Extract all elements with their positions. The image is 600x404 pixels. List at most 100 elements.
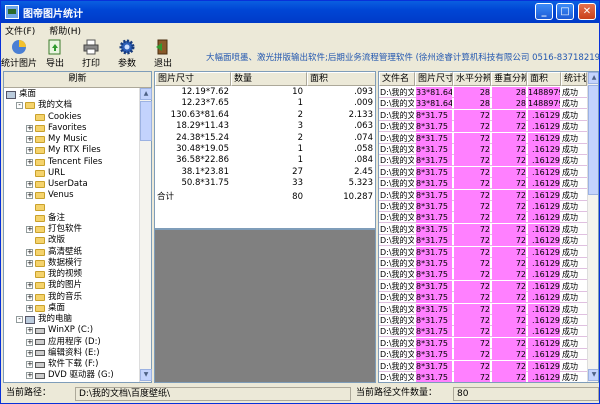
tree-scrollbar[interactable]: ▲ ▼ — [139, 88, 152, 382]
exit-button[interactable]: 退出 — [145, 37, 181, 69]
expand-icon[interactable]: + — [26, 259, 33, 267]
expand-icon[interactable]: + — [26, 192, 33, 200]
tree-node[interactable]: + 桌面 — [26, 303, 65, 314]
expand-icon[interactable]: + — [26, 226, 33, 233]
tree-node[interactable]: + Favorites — [26, 123, 86, 134]
export-button[interactable]: 导出 — [37, 37, 73, 69]
table-row[interactable]: D:\我的文 8*31.75 72 72.16129 成功 — [379, 109, 587, 121]
table-row[interactable]: 38.1*23.81 27 2.45 — [155, 167, 375, 178]
table-row[interactable]: D:\我的文 8*31.75 72 72.16129 成功 — [379, 303, 587, 315]
table-row[interactable]: D:\我的文 8*31.75 72 72.16129 成功 — [379, 189, 587, 201]
tree-node[interactable]: + 数据模行 — [26, 258, 82, 269]
refresh-button[interactable]: 刷新 — [4, 72, 151, 88]
settings-button[interactable]: 参数 — [109, 37, 145, 69]
tree-node[interactable]: + WinXP (C:) — [26, 325, 93, 336]
scroll-up-icon[interactable]: ▲ — [140, 88, 152, 100]
tree-node[interactable]: + 编辑资料 (E:) — [26, 348, 100, 359]
print-button[interactable]: 打印 — [73, 37, 109, 69]
table-row[interactable]: D:\我的文33*81.64282814889796成功 — [379, 87, 587, 98]
expand-icon[interactable]: + — [26, 158, 33, 166]
minimize-button[interactable]: _ — [535, 3, 553, 20]
col-header-h-res[interactable]: 水平分辨 — [453, 72, 491, 86]
expand-icon[interactable]: + — [26, 338, 33, 346]
tree-node[interactable]: - 我的文档 — [16, 100, 72, 111]
table-row[interactable]: 50.8*31.75 33 5.323 — [155, 178, 375, 189]
scroll-thumb[interactable] — [140, 101, 152, 141]
tree-node[interactable]: + Tencent Files — [26, 157, 102, 168]
scroll-thumb[interactable] — [588, 85, 598, 195]
tree-node[interactable]: + 应用程序 (D:) — [26, 337, 101, 348]
tree-node[interactable]: + My RTX Files — [26, 145, 101, 156]
scroll-down-icon[interactable]: ▼ — [588, 369, 598, 381]
expand-icon[interactable]: + — [26, 181, 33, 188]
col-header-filename[interactable]: 文件名 — [379, 72, 415, 86]
expand-icon[interactable]: + — [26, 124, 33, 132]
stats-button[interactable]: 统计图片 — [1, 37, 37, 69]
table-row[interactable]: D:\我的文 8*31.75 72 72.16129 成功 — [379, 235, 587, 247]
table-row[interactable]: 30.48*19.05 1 .058 — [155, 144, 375, 155]
table-row[interactable]: D:\我的文 8*31.75 72 72.16129 成功 — [379, 166, 587, 178]
collapse-icon[interactable]: - — [16, 102, 23, 110]
collapse-icon[interactable]: - — [16, 316, 23, 323]
expand-icon[interactable]: + — [26, 349, 33, 357]
table-row[interactable]: D:\我的文 8*31.75 72 72.16129 成功 — [379, 132, 587, 144]
col-header-image-size[interactable]: 图片尺寸 — [415, 72, 453, 86]
close-button[interactable]: ✕ — [578, 3, 596, 20]
expand-icon[interactable]: + — [26, 304, 33, 312]
expand-icon[interactable]: + — [26, 327, 33, 335]
expand-icon[interactable]: + — [26, 248, 33, 256]
table-row[interactable]: D:\我的文 8*31.75 72 72.16129 成功 — [379, 360, 587, 372]
table-row[interactable]: 130.63*81.64 2 2.133 — [155, 110, 375, 121]
col-header-area[interactable]: 面积 — [527, 72, 561, 86]
expand-icon[interactable]: + — [26, 147, 33, 155]
table-row[interactable]: D:\我的文 8*31.75 72 72.16129 成功 — [379, 121, 587, 133]
tree-node[interactable]: URL — [26, 168, 65, 179]
table-row[interactable]: D:\我的文 8*31.75 72 72.16129 成功 — [379, 326, 587, 338]
tree-node[interactable]: Cookies — [26, 112, 81, 123]
expand-icon[interactable]: + — [26, 293, 33, 301]
col-header-count[interactable]: 数量 — [231, 72, 307, 86]
tree-node[interactable] — [26, 202, 48, 213]
table-row[interactable]: D:\我的文 8*31.75 72 72.16129 成功 — [379, 372, 587, 382]
tree-node[interactable]: + 我的图片 — [26, 280, 82, 291]
table-row[interactable]: D:\我的文 8*31.75 72 72.16129 成功 — [379, 201, 587, 212]
tree-node[interactable]: + 打包软件 — [26, 224, 82, 235]
table-row[interactable]: D:\我的文 8*31.75 72 72.16129 成功 — [379, 280, 587, 292]
tree-node[interactable]: 我的视频 — [26, 269, 82, 280]
table-row[interactable]: 36.58*22.86 1 .084 — [155, 155, 375, 166]
expand-icon[interactable]: + — [26, 282, 33, 290]
col-header-area[interactable]: 面积 — [307, 72, 375, 86]
table-row[interactable]: D:\我的文 8*31.75 72 72.16129 成功 — [379, 223, 587, 235]
tree-node[interactable]: + My Music — [26, 134, 87, 145]
menu-file[interactable]: 文件(F) — [5, 24, 35, 37]
col-header-size[interactable]: 图片尺寸 — [155, 72, 231, 86]
table-row[interactable]: D:\我的文 8*31.75 72 72.16129 成功 — [379, 212, 587, 224]
expand-icon[interactable]: + — [26, 136, 33, 143]
expand-icon[interactable]: + — [26, 361, 33, 368]
tree-node[interactable]: 改版 — [26, 235, 65, 246]
tree-node[interactable]: 桌面 — [6, 89, 36, 100]
tree-node[interactable]: + DVD 驱动器 (G:) — [26, 370, 114, 381]
table-row[interactable]: D:\我的文 8*31.75 72 72.16129 成功 — [379, 292, 587, 304]
title-bar[interactable]: 图帝图片统计 _ □ ✕ — [1, 1, 599, 23]
tree-node[interactable]: + 软件下载 (F:) — [26, 359, 98, 370]
table-row[interactable]: D:\我的文 8*31.75 72 72.16129 成功 — [379, 246, 587, 258]
scroll-down-icon[interactable]: ▼ — [140, 369, 152, 381]
tree-node[interactable]: + 我的音乐 — [26, 292, 82, 303]
tree-node[interactable]: + 高清壁纸 — [26, 247, 82, 258]
table-row[interactable]: D:\我的文 8*31.75 72 72.16129 成功 — [379, 315, 587, 326]
table-row[interactable]: D:\我的文33*81.64282814889796成功 — [379, 98, 587, 110]
table-row[interactable]: D:\我的文 8*31.75 72 72.16129 成功 — [379, 337, 587, 349]
tree-node[interactable]: 备注 — [26, 213, 65, 224]
tree-node[interactable]: - 我的电脑 — [16, 314, 72, 325]
table-row[interactable]: D:\我的文 8*31.75 72 72.16129 成功 — [379, 349, 587, 361]
table-row[interactable]: D:\我的文 8*31.75 72 72.16129 成功 — [379, 178, 587, 190]
table-row[interactable]: 18.29*11.43 3 .063 — [155, 121, 375, 132]
tree-node[interactable]: + Venus — [26, 190, 74, 201]
expand-icon[interactable]: + — [26, 372, 33, 380]
table-row[interactable]: D:\我的文 8*31.75 72 72.16129 成功 — [379, 155, 587, 167]
col-header-status[interactable]: 统计状 — [561, 72, 587, 86]
table-row[interactable]: D:\我的文 8*31.75 72 72.16129 成功 — [379, 269, 587, 281]
menu-help[interactable]: 帮助(H) — [49, 24, 81, 37]
table-row[interactable]: D:\我的文 8*31.75 72 72.16129 成功 — [379, 258, 587, 269]
